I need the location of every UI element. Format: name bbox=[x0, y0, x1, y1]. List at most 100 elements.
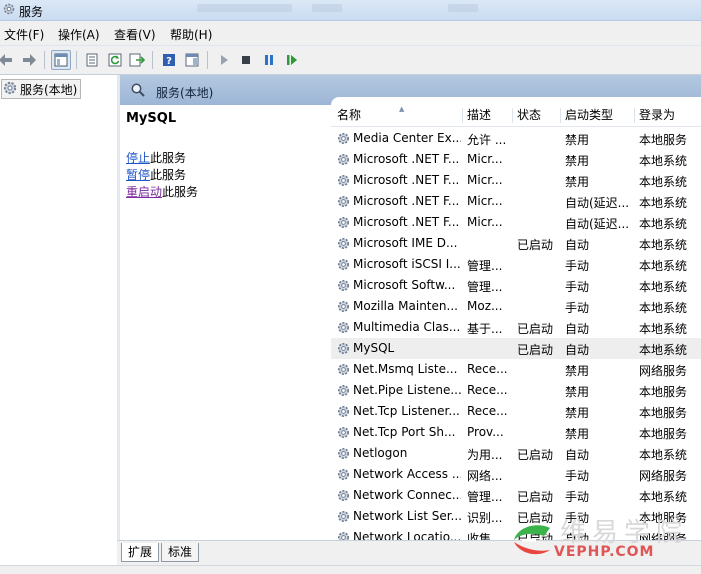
service-description: Rece... bbox=[467, 383, 508, 397]
gear-icon bbox=[336, 152, 351, 170]
menu-bar: 文件(F) 操作(A) 查看(V) 帮助(H) bbox=[0, 21, 701, 46]
service-startup-type: 自动 bbox=[565, 343, 590, 357]
service-detail-panel: MySQL 停止此服务 暂停此服务 重启动此服务 bbox=[120, 105, 331, 540]
menu-help[interactable]: 帮助(H) bbox=[170, 26, 212, 43]
service-row[interactable]: Microsoft .NET F... Micr... 禁用 本地系统 bbox=[331, 149, 701, 170]
tab-standard[interactable]: 标准 bbox=[161, 543, 200, 562]
service-name: Microsoft .NET F... bbox=[353, 152, 460, 166]
service-log-on-as: 本地系统 bbox=[639, 322, 688, 336]
service-description: 管理... bbox=[467, 280, 503, 294]
gear-icon bbox=[336, 194, 351, 212]
service-row[interactable]: Microsoft .NET F... Micr... 自动(延迟... 本地系统 bbox=[331, 191, 701, 212]
action-pause: 暂停此服务 bbox=[126, 166, 186, 183]
watermark-logo-icon bbox=[510, 520, 554, 563]
tree-item-services-local[interactable]: 服务(本地) bbox=[1, 79, 82, 99]
service-startup-type: 手动 bbox=[565, 469, 590, 483]
service-row[interactable]: Media Center Ex... 允许 ... 禁用 本地服务 bbox=[331, 128, 701, 149]
service-row[interactable]: MySQL 已启动 自动 本地系统 bbox=[331, 338, 701, 359]
column-header-status[interactable]: 状态 bbox=[517, 105, 561, 126]
service-row[interactable]: Multimedia Clas... 基于... 已启动 自动 本地系统 bbox=[331, 317, 701, 338]
service-startup-type: 自动(延迟... bbox=[565, 196, 630, 210]
svg-text:?: ? bbox=[166, 56, 172, 67]
stop-service-link[interactable]: 停止 bbox=[126, 151, 150, 165]
tab-extended[interactable]: 扩展 bbox=[121, 543, 160, 562]
gear-icon bbox=[2, 80, 18, 99]
column-label: 描述 bbox=[467, 108, 492, 122]
service-name: Microsoft IME D... bbox=[353, 236, 458, 250]
toolbar: ? bbox=[0, 46, 701, 75]
service-name: Network Connec... bbox=[353, 488, 461, 502]
service-startup-type: 禁用 bbox=[565, 427, 590, 441]
service-row[interactable]: Net.Tcp Listener... Rece... 禁用 本地服务 bbox=[331, 401, 701, 422]
action-stop: 停止此服务 bbox=[126, 149, 186, 166]
column-header-startup-type[interactable]: 启动类型 bbox=[565, 105, 635, 126]
refresh-icon[interactable] bbox=[106, 51, 124, 69]
service-row[interactable]: Net.Msmq Liste... Rece... 禁用 网络服务 bbox=[331, 359, 701, 380]
service-log-on-as: 本地系统 bbox=[639, 301, 688, 315]
action-text: 此服务 bbox=[150, 168, 187, 182]
service-row[interactable]: Net.Tcp Port Sh... Prov... 禁用 本地服务 bbox=[331, 422, 701, 443]
forward-arrow-icon[interactable] bbox=[21, 51, 39, 69]
gear-icon bbox=[336, 362, 351, 380]
menu-view[interactable]: 查看(V) bbox=[114, 26, 156, 43]
start-service-icon[interactable] bbox=[215, 51, 233, 69]
gear-icon bbox=[336, 131, 351, 149]
service-row[interactable]: Microsoft iSCSI I... 管理... 手动 本地系统 bbox=[331, 254, 701, 275]
service-name: Network Access ... bbox=[353, 467, 461, 481]
pause-service-link[interactable]: 暂停 bbox=[126, 168, 150, 182]
menu-file[interactable]: 文件(F) bbox=[4, 26, 44, 43]
restart-service-link[interactable]: 重启动 bbox=[126, 185, 162, 199]
service-row[interactable]: Net.Pipe Listene... Rece... 禁用 本地服务 bbox=[331, 380, 701, 401]
stop-service-icon[interactable] bbox=[237, 51, 255, 69]
column-header-log-on-as[interactable]: 登录为 bbox=[639, 105, 699, 126]
gear-icon bbox=[336, 383, 351, 401]
service-row[interactable]: Microsoft .NET F... Micr... 禁用 本地系统 bbox=[331, 170, 701, 191]
service-row[interactable]: Microsoft Softw... 管理... 手动 本地系统 bbox=[331, 275, 701, 296]
blurred-text bbox=[197, 4, 292, 12]
menu-action[interactable]: 操作(A) bbox=[58, 26, 100, 43]
pause-service-icon[interactable] bbox=[260, 51, 278, 69]
service-row[interactable]: Network Connec... 管理... 已启动 手动 本地系统 bbox=[331, 485, 701, 506]
service-startup-type: 禁用 bbox=[565, 406, 590, 420]
gear-icon bbox=[336, 320, 351, 338]
service-log-on-as: 本地系统 bbox=[639, 343, 688, 357]
service-row[interactable]: Microsoft .NET F... Micr... 自动(延迟... 本地系统 bbox=[331, 212, 701, 233]
service-description: Micr... bbox=[467, 215, 503, 229]
service-row[interactable]: Network Access ... 网络... 手动 网络服务 bbox=[331, 464, 701, 485]
service-startup-type: 手动 bbox=[565, 490, 590, 504]
service-description: Prov... bbox=[467, 425, 504, 439]
service-log-on-as: 本地服务 bbox=[639, 133, 688, 147]
service-startup-type: 自动 bbox=[565, 448, 590, 462]
column-header-name[interactable]: ▲ 名称 bbox=[337, 105, 463, 126]
tree-item-label: 服务(本地) bbox=[20, 82, 78, 97]
column-header-description[interactable]: 描述 bbox=[467, 105, 513, 126]
gear-icon bbox=[336, 446, 351, 464]
service-startup-type: 手动 bbox=[565, 301, 590, 315]
gear-icon bbox=[336, 299, 351, 317]
list-header: ▲ 名称 描述 状态 启动类型 登录为 bbox=[331, 105, 701, 127]
service-description: Micr... bbox=[467, 194, 503, 208]
help-icon[interactable]: ? bbox=[160, 51, 178, 69]
properties-icon[interactable] bbox=[83, 51, 101, 69]
back-arrow-icon[interactable] bbox=[0, 51, 14, 69]
service-name: Multimedia Clas... bbox=[353, 320, 461, 334]
service-startup-type: 禁用 bbox=[565, 364, 590, 378]
service-name: Microsoft .NET F... bbox=[353, 173, 460, 187]
restart-service-icon[interactable] bbox=[283, 51, 301, 69]
blurred-text bbox=[448, 4, 478, 12]
show-console-tree-icon[interactable] bbox=[51, 50, 71, 70]
column-label: 启动类型 bbox=[565, 108, 614, 122]
service-row[interactable]: Microsoft IME D... 已启动 自动 本地系统 bbox=[331, 233, 701, 254]
sort-ascending-icon: ▲ bbox=[399, 105, 405, 113]
gear-icon bbox=[336, 278, 351, 296]
service-name: Net.Tcp Port Sh... bbox=[353, 425, 456, 439]
service-log-on-as: 网络服务 bbox=[639, 469, 688, 483]
service-log-on-as: 本地服务 bbox=[639, 385, 688, 399]
action-pane-icon[interactable] bbox=[183, 51, 201, 69]
service-description: 网络... bbox=[467, 469, 503, 483]
service-row[interactable]: Mozilla Mainten... Moz... 手动 本地系统 bbox=[331, 296, 701, 317]
export-list-icon[interactable] bbox=[128, 51, 146, 69]
service-status: 已启动 bbox=[517, 238, 554, 252]
gear-icon bbox=[336, 257, 351, 275]
service-row[interactable]: Netlogon 为用... 已启动 自动 本地系统 bbox=[331, 443, 701, 464]
